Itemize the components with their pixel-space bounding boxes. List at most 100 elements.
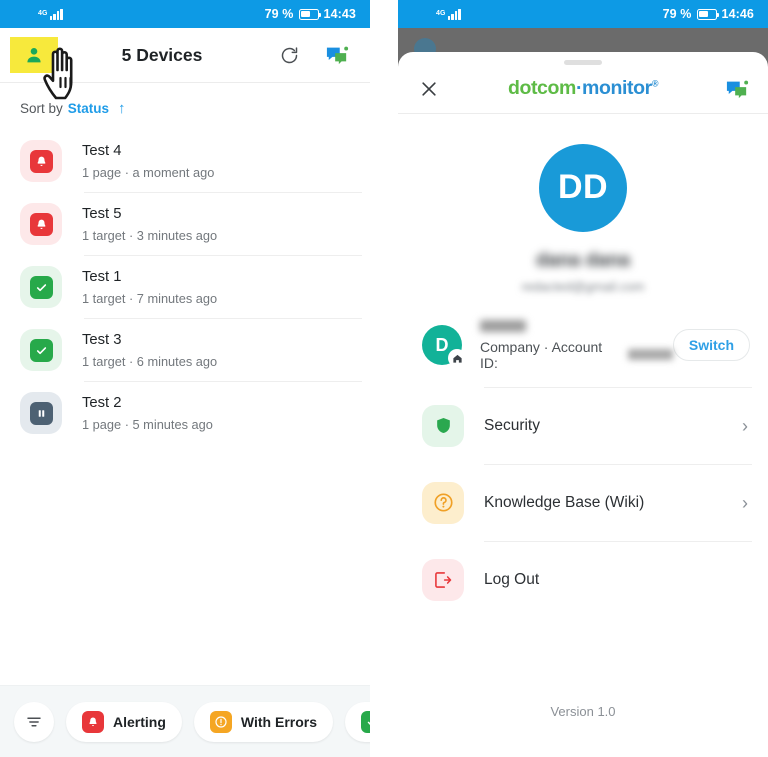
page-title: 5 Devices — [121, 44, 203, 65]
arrow-up-icon[interactable]: ↑ — [118, 101, 126, 116]
sheet-header: dotcom·monitor® — [398, 65, 768, 113]
battery-icon — [696, 8, 719, 20]
screenshot-root: 4G 79 % 14:43 5 Devices Sort by Status ↑… — [0, 0, 768, 757]
sort-label: Sort by — [20, 101, 63, 116]
signal-icon: 4G — [38, 8, 63, 20]
device-subtitle: 1 target · 7 minutes ago — [82, 290, 218, 306]
chat-icon — [726, 80, 749, 98]
device-name: Test 4 — [82, 143, 122, 160]
device-name: Test 5 — [82, 206, 122, 223]
profile-section: DD dana dana redacted@gmail.com — [398, 114, 768, 294]
account-avatar: D — [422, 325, 466, 367]
filter-bar: Alerting With Errors — [0, 685, 370, 757]
account-company-name — [480, 319, 526, 332]
device-list: Test 4 1 page · a moment ago Test 5 1 ta… — [0, 130, 370, 444]
refresh-icon — [281, 46, 297, 63]
profile-button[interactable] — [10, 37, 58, 73]
warning-icon — [209, 710, 232, 733]
brand-logo: dotcom·monitor® — [442, 77, 724, 100]
sort-value[interactable]: Status — [68, 101, 109, 116]
account-meta-label: Company · Account ID: — [480, 338, 603, 371]
pause-icon — [29, 401, 53, 425]
filter-chip-ok[interactable] — [345, 701, 370, 742]
close-icon — [422, 81, 436, 96]
account-id-value — [627, 349, 673, 360]
shield-icon — [422, 404, 464, 447]
list-item[interactable]: Test 2 1 page · 5 minutes ago — [0, 382, 370, 444]
status-bar-left: 4G 79 % 14:43 — [0, 0, 370, 28]
signal-icon: 4G — [436, 8, 461, 20]
person-icon — [27, 48, 41, 63]
bell-icon — [29, 149, 53, 173]
chat-button[interactable] — [724, 76, 750, 102]
account-menu: Security › Knowledge Base (Wiki) › Log O… — [398, 388, 768, 618]
chevron-right-icon: › — [742, 492, 748, 513]
home-icon — [448, 349, 466, 367]
chevron-right-icon: › — [742, 415, 748, 436]
avatar: DD — [539, 143, 627, 232]
sort-control[interactable]: Sort by Status ↑ — [0, 83, 370, 130]
switch-account-button[interactable]: Switch — [672, 329, 750, 361]
status-tile — [20, 329, 62, 371]
status-bar-right: 4G 79 % 14:46 — [398, 0, 768, 28]
menu-item-security[interactable]: Security › — [398, 388, 768, 464]
list-item[interactable]: Test 3 1 target · 6 minutes ago — [0, 319, 370, 381]
device-subtitle: 1 target · 6 minutes ago — [82, 353, 218, 369]
filter-toggle-button[interactable] — [14, 701, 54, 742]
status-tile — [20, 203, 62, 245]
logout-icon — [422, 558, 464, 601]
brand-logo-part2: ·monitor — [575, 77, 652, 99]
device-list-screen: 4G 79 % 14:43 5 Devices Sort by Status ↑… — [0, 0, 370, 757]
filter-chip-label: Alerting — [113, 713, 166, 730]
chat-icon — [326, 46, 349, 65]
battery-icon — [298, 8, 321, 20]
profile-name: dana dana — [536, 249, 630, 271]
account-row[interactable]: D Company · Account ID: Switch — [398, 294, 768, 387]
question-icon — [422, 481, 464, 524]
device-subtitle: 1 page · 5 minutes ago — [82, 416, 213, 432]
bottom-sheet: dotcom·monitor® DD dana dana redacted@gm… — [398, 52, 768, 757]
status-tile — [20, 140, 62, 182]
check-icon — [361, 710, 370, 733]
account-sheet-screen: 4G 79 % 14:46 dotcom·monitor® DD dana da… — [398, 0, 768, 757]
brand-logo-part1: dotcom — [507, 77, 576, 99]
menu-item-log-out[interactable]: Log Out — [398, 542, 768, 618]
refresh-button[interactable] — [276, 42, 302, 68]
status-tile — [20, 266, 62, 308]
chat-button[interactable] — [324, 42, 350, 68]
device-name: Test 3 — [82, 332, 122, 349]
menu-item-label: Log Out — [484, 570, 540, 588]
status-tile — [20, 392, 62, 434]
clock-label: 14:46 — [721, 7, 754, 21]
list-item[interactable]: Test 5 1 target · 3 minutes ago — [0, 193, 370, 255]
filter-chip-label: With Errors — [240, 713, 317, 730]
device-subtitle: 1 target · 3 minutes ago — [82, 227, 218, 243]
filter-chip-with-errors[interactable]: With Errors — [193, 701, 333, 742]
check-icon — [29, 275, 53, 299]
profile-email: redacted@gmail.com — [521, 278, 645, 294]
app-header-left: 5 Devices — [0, 28, 370, 82]
device-name: Test 2 — [82, 395, 122, 412]
network-type-label: 4G — [436, 9, 446, 17]
screenshot-gutter — [370, 0, 398, 757]
bell-icon — [82, 710, 104, 733]
list-item[interactable]: Test 1 1 target · 7 minutes ago — [0, 256, 370, 318]
clock-label: 14:43 — [323, 7, 356, 21]
device-subtitle: 1 page · a moment ago — [82, 164, 215, 180]
brand-registered-mark: ® — [651, 78, 659, 89]
device-name: Test 1 — [82, 269, 122, 286]
bell-icon — [29, 212, 53, 236]
check-icon — [29, 338, 53, 362]
version-label: Version 1.0 — [550, 704, 616, 719]
menu-item-label: Knowledge Base (Wiki) — [484, 493, 645, 511]
account-avatar-initial: D — [435, 334, 449, 355]
battery-percent-label: 79 % — [662, 7, 692, 21]
network-type-label: 4G — [38, 9, 48, 17]
menu-item-knowledge-base[interactable]: Knowledge Base (Wiki) › — [398, 465, 768, 541]
filter-icon — [27, 717, 41, 726]
list-item[interactable]: Test 4 1 page · a moment ago — [0, 130, 370, 192]
menu-item-label: Security — [484, 416, 540, 434]
close-button[interactable] — [416, 76, 442, 102]
battery-percent-label: 79 % — [264, 7, 294, 21]
filter-chip-alerting[interactable]: Alerting — [66, 701, 182, 742]
